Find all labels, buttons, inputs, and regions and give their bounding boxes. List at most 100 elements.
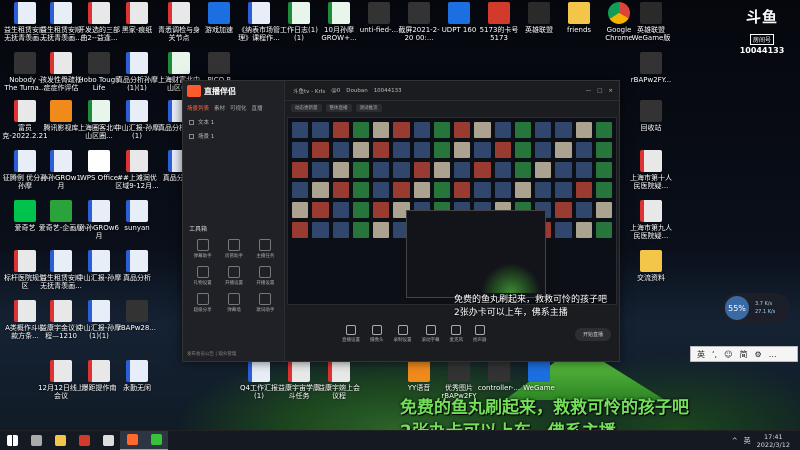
wechat-icon <box>150 434 162 445</box>
camera-icon <box>371 325 382 335</box>
app-footer[interactable]: 发布会员公告 | 观众管理 <box>187 351 236 357</box>
desktop-icon-label: 黑家-痕纸 <box>121 26 153 34</box>
tool-button[interactable]: 开播设置 <box>218 266 249 286</box>
maximize-button[interactable]: □ <box>597 88 602 94</box>
download-rate: 27.1 K/s <box>755 309 776 315</box>
checkbox-icon[interactable] <box>189 119 194 125</box>
desktop-icon[interactable]: sunyan <box>114 200 160 232</box>
live-settings-button[interactable]: 直播设置 <box>342 325 360 343</box>
start-button[interactable] <box>0 431 24 450</box>
ime-simplified[interactable]: 简 <box>739 349 747 360</box>
pdf-icon <box>14 100 36 122</box>
chip[interactable]: 动态更新量 <box>291 104 322 112</box>
taskbar-app[interactable] <box>48 431 72 450</box>
desktop-icon[interactable]: 中山汇报-孙摩(1) <box>114 100 160 140</box>
minimize-button[interactable]: — <box>586 88 592 94</box>
desktop-icon[interactable]: rBAPw28... <box>114 300 160 332</box>
tool-button[interactable]: 弹幕墙 <box>218 293 249 313</box>
doc-icon <box>126 360 148 382</box>
preview-tile <box>433 142 450 158</box>
network-monitor[interactable]: 55% 3.7 K/s 27.1 K/s <box>722 293 790 323</box>
taskbar-app[interactable] <box>96 431 120 450</box>
tool-button[interactable]: 主播任务 <box>250 239 281 259</box>
doc-icon <box>14 150 36 172</box>
desktop-icon[interactable]: 回收站 <box>628 100 674 132</box>
chevron-up-icon[interactable]: ^ <box>732 437 738 445</box>
desktop-icon[interactable]: rBAPw2FY... <box>628 52 674 84</box>
tool-button[interactable]: 超级分享 <box>187 293 218 313</box>
app-icon <box>528 2 550 24</box>
tool-icon <box>259 239 272 251</box>
desktop-icon-label: sunyan <box>124 224 150 232</box>
close-button[interactable]: × <box>608 88 613 94</box>
chip[interactable]: 测试推流 <box>355 104 382 112</box>
camera-button[interactable]: 摄像头 <box>370 325 384 343</box>
tab-materials[interactable]: 素材 <box>214 104 225 112</box>
preview-tile <box>575 122 592 138</box>
desktop-icon[interactable]: 交流资料 <box>628 250 674 282</box>
pdf-icon <box>328 360 350 382</box>
tool-button[interactable]: 房管助手 <box>218 239 249 259</box>
tool-button[interactable]: 弹幕助手 <box>187 239 218 259</box>
scene-item[interactable]: 场景 1 <box>183 129 284 143</box>
taskbar-app[interactable] <box>24 431 48 450</box>
xls-icon <box>88 100 110 122</box>
app-subbar: 动态更新量 整体直播 测试推流 <box>285 101 619 115</box>
desktop-icon[interactable]: 上海市第九人民医院疑... <box>628 200 674 240</box>
tool-button[interactable]: 开播设置 <box>250 266 281 286</box>
preview-tile <box>595 222 612 238</box>
more-icon[interactable]: … <box>769 350 777 359</box>
taskbar-app-wechat[interactable] <box>144 430 168 450</box>
speaker-button[interactable]: 扬声器 <box>473 325 487 343</box>
tab-scenes[interactable]: 场景列表 <box>187 104 209 112</box>
header-stat: @0 <box>331 87 341 94</box>
tool-icon <box>227 266 240 278</box>
gear-icon[interactable]: ⚙ <box>754 350 761 359</box>
ime-lang[interactable]: 英 <box>697 349 705 360</box>
system-tray: ^ 英 17:41 2022/3/12 <box>732 433 800 449</box>
tool-button[interactable]: 歌词助手 <box>250 293 281 313</box>
preview-tile <box>555 162 572 178</box>
ime-toolbar[interactable]: 英 ‘, ☺ 简 ⚙ … <box>690 346 798 362</box>
microphone-button[interactable]: 麦克风 <box>450 325 463 343</box>
network-percent: 55% <box>725 296 749 320</box>
chip[interactable]: 整体直播 <box>325 104 352 112</box>
dark-icon <box>488 360 510 382</box>
emoji-icon[interactable]: ☺ <box>724 350 732 359</box>
live-preview[interactable] <box>287 117 617 305</box>
preview-tile <box>332 122 349 138</box>
desktop-icon[interactable]: 真品分析 <box>114 250 160 282</box>
checkbox-icon[interactable] <box>189 133 194 139</box>
tab-live[interactable]: 直播 <box>252 104 263 112</box>
taskbar-app[interactable] <box>72 431 96 450</box>
doc-icon <box>50 2 72 24</box>
ime-punct[interactable]: ‘, <box>712 350 717 359</box>
app-title: 直播伴侣 <box>204 86 236 96</box>
toolbox-grid: 弹幕助手 房管助手 主播任务 礼物设置 开播设置 开播设置 超级分享 弹幕墙 歌词助手 <box>187 239 281 313</box>
tool-button[interactable]: 礼物设置 <box>187 266 218 286</box>
folder-icon <box>640 250 662 272</box>
desktop-icon[interactable]: ##上滩润优区域9-12月... <box>114 150 160 190</box>
desktop-icon[interactable]: 永勤无闲 <box>114 360 160 392</box>
desktop-icon[interactable]: WeGame <box>516 360 562 392</box>
taskbar-app-streaming[interactable] <box>120 430 144 450</box>
app-icon <box>78 435 90 446</box>
desktop-icon[interactable]: 英雄联盟 WeGame版 <box>628 2 674 42</box>
desktop-icon-label: rBAPw2FY... <box>630 76 672 84</box>
record-settings-button[interactable]: 录制设置 <box>394 325 412 343</box>
preview-tile <box>535 162 552 178</box>
scroll-caption-button[interactable]: 滚动字幕 <box>422 325 440 343</box>
tab-visual[interactable]: 可视化 <box>230 104 247 112</box>
ime-indicator[interactable]: 英 <box>744 436 751 446</box>
blue-icon <box>528 360 550 382</box>
desktop-icon[interactable]: 上海市第十人民医院疑... <box>628 150 674 190</box>
dark-icon <box>408 2 430 24</box>
desktop-icon[interactable]: 益康宇婉上会议程 <box>316 360 362 400</box>
desktop-icon[interactable]: 真品分析孙摩(1)(1) <box>114 52 160 92</box>
preview-tile <box>433 162 450 178</box>
logo-icon <box>187 85 201 97</box>
clock[interactable]: 17:41 2022/3/12 <box>757 433 790 449</box>
start-live-button[interactable]: 开始直播 <box>574 327 611 341</box>
desktop-icon[interactable]: 黑家-痕纸 <box>114 2 160 34</box>
scene-item[interactable]: 文本 1 <box>183 115 284 129</box>
